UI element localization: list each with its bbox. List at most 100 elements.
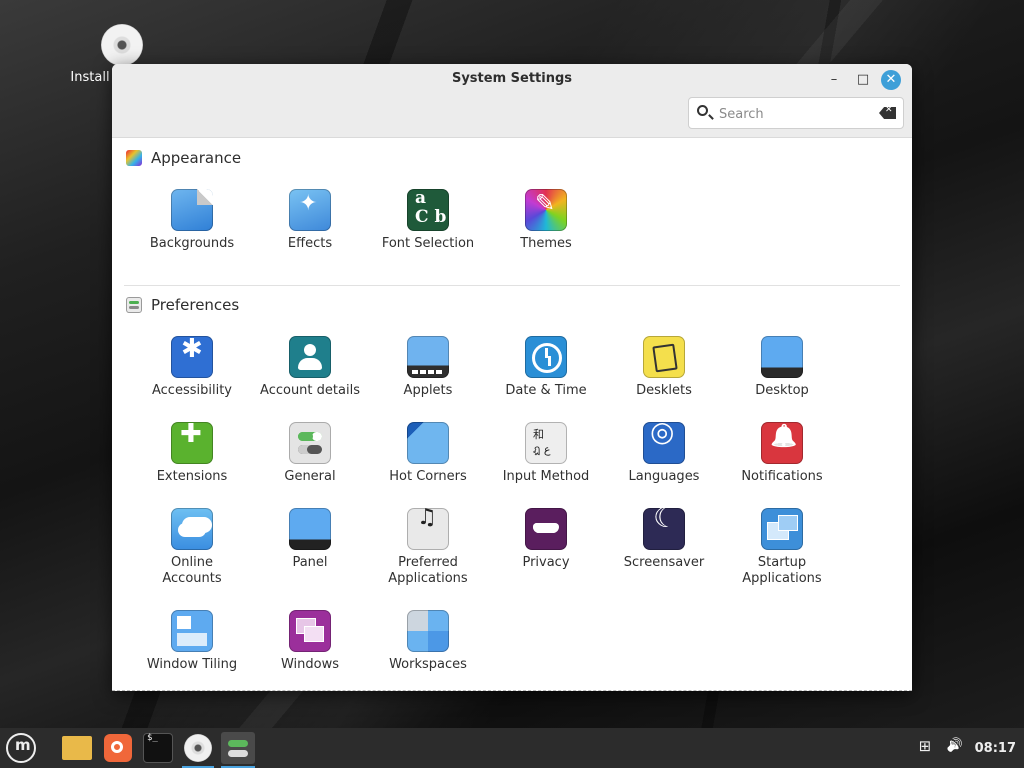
account-details-icon	[289, 336, 331, 378]
maximize-button[interactable]: □	[853, 70, 873, 90]
accessibility-icon	[171, 336, 213, 378]
settings-item-label: Themes	[520, 236, 572, 251]
taskbar: 08:17	[0, 728, 1024, 768]
section-title: Appearance	[151, 149, 242, 167]
disc-icon	[101, 24, 143, 66]
settings-item-label: Preferred	[398, 555, 458, 570]
settings-item-label: Applications	[742, 571, 822, 586]
settings-item-label: Font Selection	[381, 236, 475, 251]
settings-item-windows[interactable]: Windows	[251, 610, 369, 673]
settings-item-label: Notifications	[741, 469, 823, 484]
firefox-icon[interactable]	[104, 734, 132, 762]
appearance-icon	[126, 150, 142, 166]
settings-item-workspaces[interactable]: Workspaces	[369, 610, 487, 673]
settings-item-label: Applications	[388, 571, 468, 586]
globe-icon	[643, 422, 685, 464]
clock-icon	[525, 336, 567, 378]
desktop-icon	[761, 336, 803, 378]
network-icon[interactable]	[919, 737, 935, 756]
clock[interactable]: 08:17	[975, 741, 1016, 756]
input-method-icon: 和 ฎ ع	[525, 422, 567, 464]
settings-item-label: Backgrounds	[149, 236, 235, 251]
settings-item-toggles[interactable]: General	[251, 422, 369, 485]
moon-icon	[643, 508, 685, 550]
settings-item-label: Online	[171, 555, 213, 570]
settings-item-label: Languages	[628, 469, 700, 484]
window-tiling-icon	[171, 610, 213, 652]
settings-item-moon[interactable]: Screensaver	[605, 508, 723, 571]
settings-item-themes[interactable]: Themes	[487, 189, 605, 252]
startup-apps-icon	[761, 508, 803, 550]
settings-item-cloud[interactable]: Online Accounts	[133, 508, 251, 587]
settings-item-label: Desklets	[636, 383, 692, 398]
settings-item-label: Windows	[280, 657, 340, 672]
section-preferences-header: Preferences	[126, 296, 239, 314]
settings-item-label: Extensions	[156, 469, 228, 484]
settings-item-label: Panel	[292, 555, 328, 570]
settings-item-hot-corners[interactable]: Hot Corners	[369, 422, 487, 485]
section-title: Preferences	[151, 296, 240, 314]
backgrounds-icon	[171, 189, 213, 231]
icon-glyph: C b	[415, 207, 447, 227]
settings-item-accessibility[interactable]: Accessibility	[133, 336, 251, 399]
preferred-apps-icon	[407, 508, 449, 550]
effects-icon	[289, 189, 331, 231]
settings-item-startup-apps[interactable]: Startup Applications	[723, 508, 841, 587]
icon-glyph: 和	[533, 428, 544, 441]
settings-item-label: Date & Time	[505, 383, 587, 398]
system-tray: 08:17	[919, 728, 1016, 768]
menu-button[interactable]	[6, 733, 36, 763]
settings-item-mask[interactable]: Privacy	[487, 508, 605, 571]
settings-content: Appearance Backgrounds Effects aC b Font Se…	[112, 138, 912, 691]
search-box	[688, 97, 904, 129]
volume-icon[interactable]	[947, 740, 963, 756]
settings-item-backgrounds[interactable]: Backgrounds	[133, 189, 251, 252]
disc-icon[interactable]	[184, 734, 212, 762]
toggles-icon	[289, 422, 331, 464]
settings-item-puzzle[interactable]: Extensions	[133, 422, 251, 485]
settings-item-bell[interactable]: Notifications	[723, 422, 841, 485]
settings-item-label: Screensaver	[623, 555, 705, 570]
settings-item-clock[interactable]: Date & Time	[487, 336, 605, 399]
settings-item-desktop[interactable]: Desktop	[723, 336, 841, 399]
settings-item-desklets[interactable]: Desklets	[605, 336, 723, 399]
themes-icon	[525, 189, 567, 231]
bell-icon	[761, 422, 803, 464]
icon-glyph: ฎ ع	[533, 443, 551, 456]
settings-item-globe[interactable]: Languages	[605, 422, 723, 485]
minimize-button[interactable]: –	[824, 70, 844, 90]
settings-item-label: Startup	[757, 555, 807, 570]
terminal-icon[interactable]	[143, 733, 173, 763]
settings-item-input-method[interactable]: 和 ฎ ع Input Method	[487, 422, 605, 485]
icon-glyph: a	[415, 189, 427, 208]
settings-item-applets[interactable]: Applets	[369, 336, 487, 399]
install-label: Install	[70, 70, 110, 85]
settings-item-label: Workspaces	[389, 657, 467, 672]
windows-icon	[289, 610, 331, 652]
panel-icon	[289, 508, 331, 550]
settings-item-account-details[interactable]: Account details	[251, 336, 369, 399]
settings-item-label: General	[284, 469, 336, 484]
settings-item-window-tiling[interactable]: Window Tiling	[133, 610, 251, 673]
files-icon[interactable]	[62, 736, 92, 760]
desklets-icon	[643, 336, 685, 378]
settings-item-panel[interactable]: Panel	[251, 508, 369, 571]
settings-item-effects[interactable]: Effects	[251, 189, 369, 252]
settings-item-preferred-apps[interactable]: PreferredApplications	[369, 508, 487, 587]
titlebar: System Settings – □ ✕	[112, 64, 912, 138]
settings-item-label: Window Tiling	[146, 657, 238, 672]
settings-item-label: Applets	[403, 383, 453, 398]
section-appearance-header: Appearance	[126, 149, 241, 167]
scroll-edge	[112, 690, 912, 691]
system-settings-taskbar-icon[interactable]	[221, 732, 255, 764]
preferences-icon	[126, 297, 142, 313]
settings-item-font-selection[interactable]: aC b Font Selection	[369, 189, 487, 252]
close-button[interactable]: ✕	[881, 70, 901, 90]
puzzle-icon	[171, 422, 213, 464]
search-icon	[697, 105, 708, 116]
search-input[interactable]	[717, 104, 871, 124]
settings-item-label: Account details	[260, 383, 360, 398]
clear-search-icon[interactable]	[879, 107, 896, 119]
settings-item-label: Desktop	[755, 383, 809, 398]
settings-item-label: Input Method	[502, 469, 590, 484]
